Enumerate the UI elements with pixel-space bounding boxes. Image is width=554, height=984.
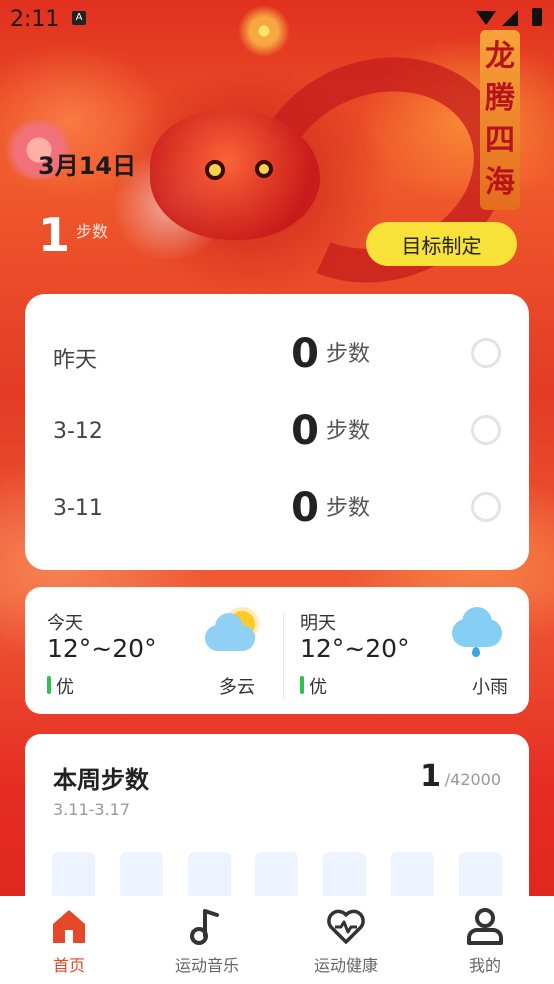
history-day-label: 3-11 (53, 496, 103, 521)
notification-app-icon: A (72, 11, 86, 25)
weather-temperature: 12°~20° (300, 634, 410, 663)
history-row[interactable]: 昨天 0 步数 (25, 324, 529, 384)
nav-tab-home[interactable]: 首页 (0, 896, 138, 984)
banner-char: 龙 (485, 39, 515, 74)
wifi-icon (476, 11, 496, 25)
history-row[interactable]: 3-12 0 步数 (25, 401, 529, 461)
history-step-unit: 步数 (326, 342, 371, 367)
dragon-eye (205, 160, 225, 180)
profile-icon (467, 908, 503, 945)
history-step-count: 0 (291, 485, 319, 531)
nav-tab-health[interactable]: 运动健康 (277, 896, 415, 984)
weather-day-label: 明天 (300, 613, 336, 634)
weather-condition: 多云 (219, 677, 255, 698)
bottom-navigation: 首页 运动音乐 运动健康 我的 (0, 896, 554, 984)
weather-card[interactable]: 今天 12°~20° 优 多云 明天 12°~20° 优 小雨 (25, 587, 529, 714)
history-row[interactable]: 3-11 0 步数 (25, 478, 529, 538)
weekly-steps-title: 本周步数 (53, 766, 149, 794)
dragon-illustration-head (150, 110, 320, 240)
current-date: 3月14日 (38, 152, 137, 180)
completion-circle-icon (471, 338, 501, 368)
heart-pulse-icon (327, 909, 365, 944)
nav-label: 运动音乐 (174, 956, 239, 975)
cellular-signal-icon (502, 10, 518, 26)
weather-temperature: 12°~20° (47, 634, 157, 663)
today-step-count: 1 (38, 208, 71, 262)
weather-day-label: 今天 (47, 613, 83, 634)
festival-banner: 龙 腾 四 海 (480, 30, 520, 210)
set-goal-button[interactable]: 目标制定 (366, 222, 517, 266)
weather-today: 今天 12°~20° 优 多云 (25, 587, 265, 714)
weather-tomorrow: 明天 12°~20° 优 小雨 (278, 587, 518, 714)
completion-circle-icon (471, 415, 501, 445)
history-step-count: 0 (291, 408, 319, 454)
dragon-eye (255, 160, 273, 178)
step-history-card: 昨天 0 步数 3-12 0 步数 3-11 0 步数 (25, 294, 529, 570)
nav-tab-profile[interactable]: 我的 (416, 896, 554, 984)
history-step-unit: 步数 (326, 419, 371, 444)
home-icon (53, 910, 85, 943)
music-note-icon (190, 909, 219, 945)
partly-cloudy-icon (205, 607, 261, 655)
weather-condition: 小雨 (472, 677, 508, 698)
weekly-date-range: 3.11-3.17 (53, 800, 131, 819)
light-rain-icon (448, 607, 504, 659)
air-quality-indicator (47, 676, 51, 694)
status-bar: 2:11 A (0, 0, 554, 40)
air-quality-indicator (300, 676, 304, 694)
today-step-unit: 步数 (76, 222, 109, 241)
nav-label: 我的 (468, 956, 501, 975)
banner-char: 腾 (485, 81, 515, 116)
battery-icon (532, 8, 542, 26)
status-time: 2:11 (10, 7, 60, 32)
nav-label: 首页 (52, 956, 85, 975)
history-step-unit: 步数 (326, 496, 371, 521)
history-day-label: 3-12 (53, 419, 103, 444)
nav-tab-music[interactable]: 运动音乐 (138, 896, 276, 984)
history-day-label: 昨天 (53, 348, 98, 373)
completion-circle-icon (471, 492, 501, 522)
banner-char: 四 (485, 123, 515, 158)
banner-char: 海 (485, 165, 515, 200)
air-quality-label: 优 (309, 677, 327, 698)
nav-label: 运动健康 (313, 956, 378, 975)
history-step-count: 0 (291, 331, 319, 377)
weekly-step-goal: /42000 (444, 770, 501, 789)
air-quality-label: 优 (56, 677, 74, 698)
weekly-step-total: 1 (420, 759, 441, 794)
